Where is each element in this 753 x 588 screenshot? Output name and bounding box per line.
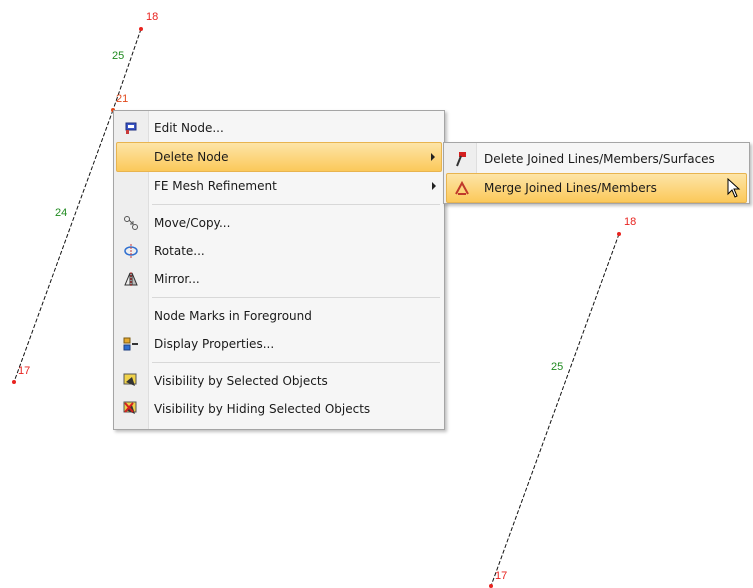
- menu-item-label: Merge Joined Lines/Members: [484, 181, 657, 195]
- menu-item-label: Edit Node...: [154, 121, 224, 135]
- menu-item-visibility-selected[interactable]: Visibility by Selected Objects: [116, 367, 442, 395]
- menu-separator: [152, 204, 440, 205]
- submenu-arrow-icon: [431, 153, 435, 161]
- menu-item-display-properties[interactable]: Display Properties...: [116, 330, 442, 358]
- line-label: 25: [112, 50, 124, 62]
- menu-item-edit-node[interactable]: Edit Node...: [116, 114, 442, 142]
- menu-item-label: Rotate...: [154, 244, 205, 258]
- menu-item-label: Node Marks in Foreground: [154, 309, 312, 323]
- menu-item-node-marks-foreground[interactable]: Node Marks in Foreground: [116, 302, 442, 330]
- submenu-item-merge-joined[interactable]: Merge Joined Lines/Members: [446, 173, 747, 203]
- menu-item-label: Visibility by Selected Objects: [154, 374, 328, 388]
- line-label: 25: [551, 361, 563, 373]
- visibility-hiding-icon: [122, 400, 140, 418]
- move-copy-icon: [122, 214, 140, 232]
- display-properties-icon: [122, 335, 140, 353]
- menu-item-label: Mirror...: [154, 272, 200, 286]
- menu-separator: [152, 297, 440, 298]
- line-label: 24: [55, 207, 67, 219]
- merge-joined-icon: [453, 179, 471, 197]
- edit-node-icon: [122, 119, 140, 137]
- menu-separator: [152, 362, 440, 363]
- menu-item-label: Visibility by Hiding Selected Objects: [154, 402, 371, 416]
- delete-node-submenu: Delete Joined Lines/Members/Surfaces Mer…: [443, 142, 750, 204]
- node-point[interactable]: [489, 584, 493, 588]
- delete-joined-icon: [453, 150, 471, 168]
- submenu-item-delete-joined[interactable]: Delete Joined Lines/Members/Surfaces: [446, 145, 747, 173]
- menu-item-mirror[interactable]: Mirror...: [116, 265, 442, 293]
- menu-item-rotate[interactable]: Rotate...: [116, 237, 442, 265]
- node-label: 18: [624, 216, 636, 228]
- menu-item-label: Display Properties...: [154, 337, 275, 351]
- mirror-icon: [122, 270, 140, 288]
- submenu-arrow-icon: [432, 182, 436, 190]
- rotate-icon: [122, 242, 140, 260]
- menu-item-fe-mesh-refinement[interactable]: FE Mesh Refinement: [116, 172, 442, 200]
- node-point[interactable]: [12, 380, 16, 384]
- node-point[interactable]: [617, 232, 621, 236]
- node-label: 17: [18, 365, 30, 377]
- menu-item-delete-node[interactable]: Delete Node: [116, 142, 442, 172]
- line-member[interactable]: [13, 109, 114, 383]
- context-menu: Edit Node... Delete Node FE Mesh Refinem…: [113, 110, 445, 430]
- visibility-selected-icon: [122, 372, 140, 390]
- menu-item-label: Move/Copy...: [154, 216, 231, 230]
- menu-item-move-copy[interactable]: Move/Copy...: [116, 209, 442, 237]
- node-label: 21: [116, 93, 128, 105]
- mouse-cursor-icon: [727, 178, 741, 198]
- menu-item-label: Delete Node: [154, 150, 229, 164]
- menu-item-label: FE Mesh Refinement: [154, 179, 277, 193]
- menu-item-visibility-hiding[interactable]: Visibility by Hiding Selected Objects: [116, 395, 442, 423]
- menu-item-label: Delete Joined Lines/Members/Surfaces: [484, 152, 715, 166]
- node-point[interactable]: [139, 27, 143, 31]
- node-label: 18: [146, 11, 158, 23]
- node-label: 17: [495, 570, 507, 582]
- line-member[interactable]: [490, 233, 620, 587]
